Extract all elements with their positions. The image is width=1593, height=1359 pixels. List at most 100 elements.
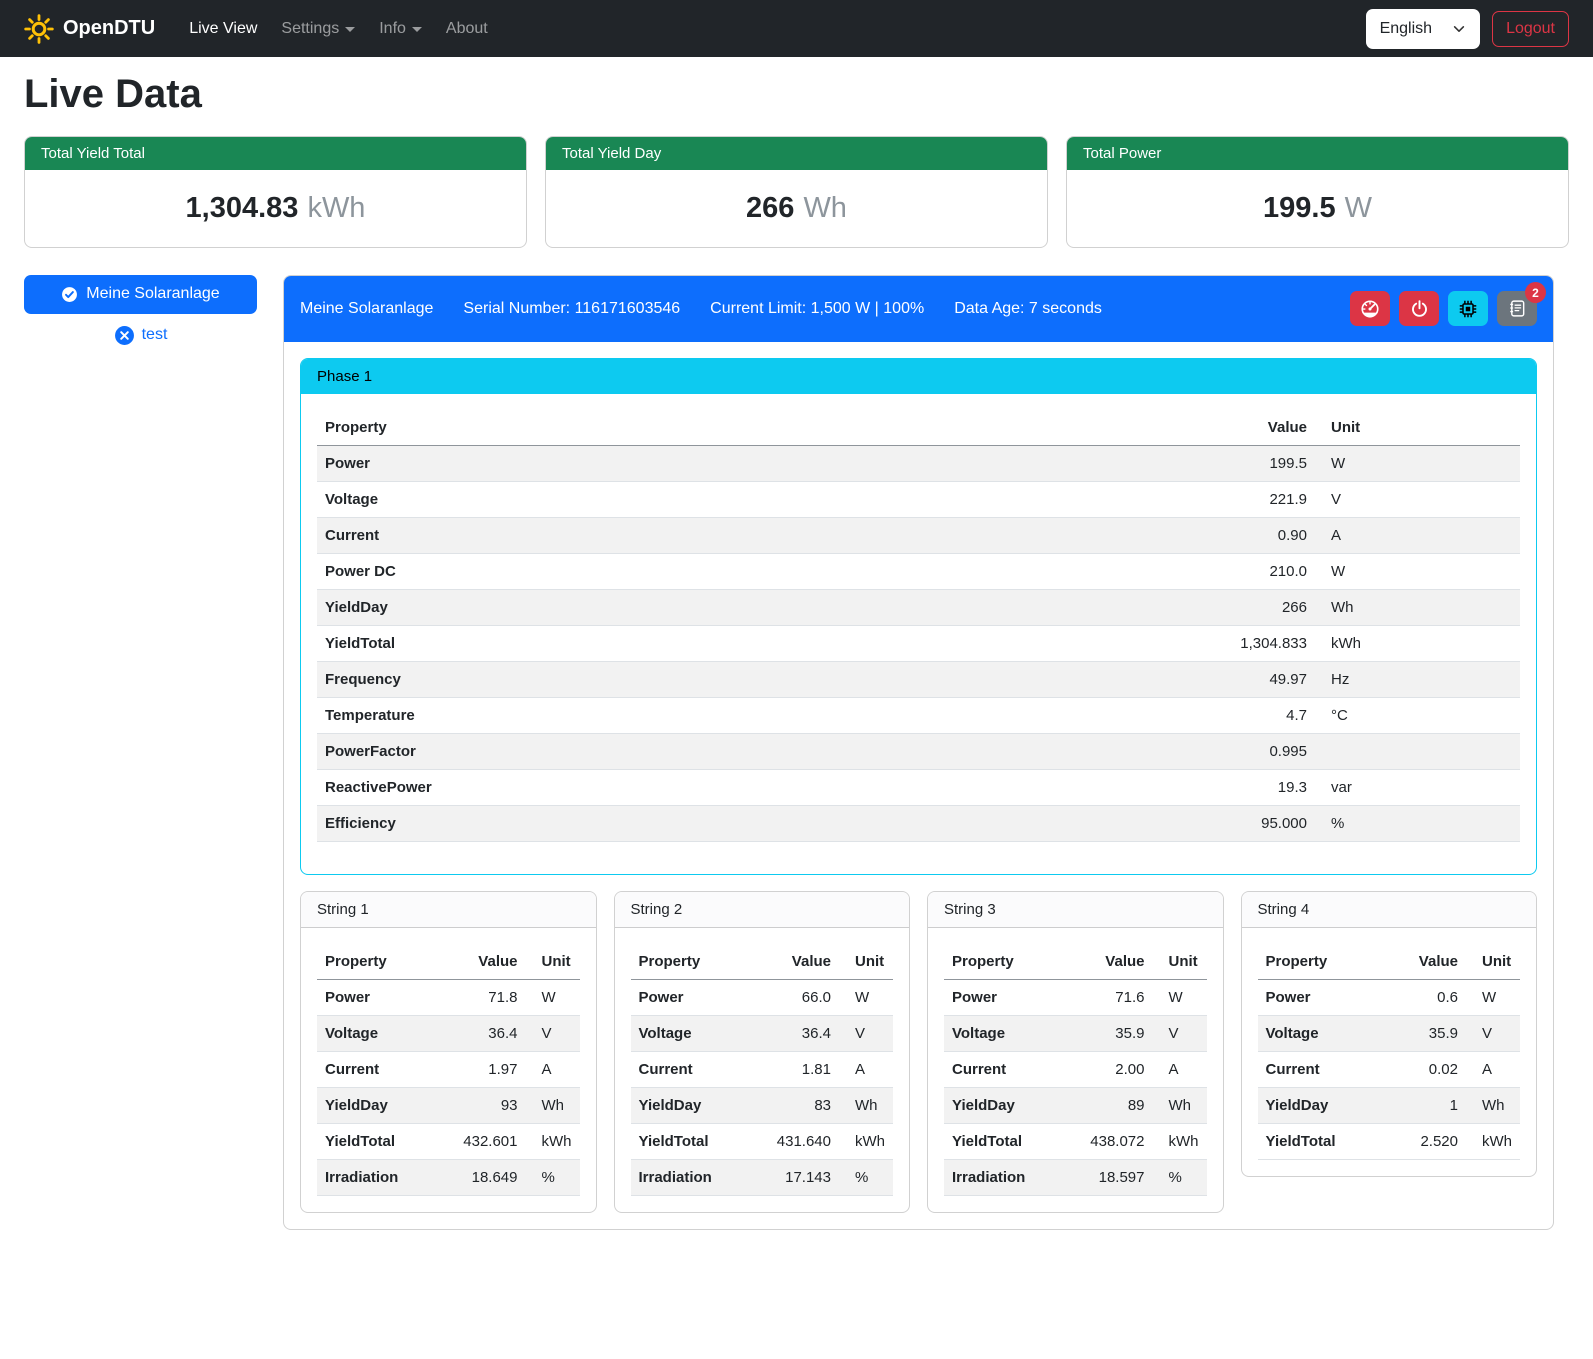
- table-cell: V: [1153, 1015, 1207, 1051]
- table-cell: YieldDay: [944, 1087, 1075, 1123]
- card-unit: W: [1345, 192, 1372, 224]
- logout-button[interactable]: Logout: [1492, 11, 1569, 47]
- nav-item-label: Live View: [189, 20, 257, 38]
- limit-settings-button[interactable]: [1350, 291, 1390, 326]
- card-value-row: 199.5 W: [1067, 170, 1568, 247]
- table-cell: Irradiation: [631, 1159, 762, 1195]
- navbar: OpenDTU Live View SettingsInfoAbout Engli…: [0, 0, 1593, 57]
- table-cell: 35.9: [1388, 1015, 1466, 1051]
- column-header: Property: [1258, 944, 1389, 980]
- card-value: 1,304.83: [186, 192, 299, 224]
- table-row: Power DC210.0W: [317, 553, 1520, 589]
- inverter-name: Meine Solaranlage: [300, 300, 433, 318]
- table-row: Power0.6W: [1258, 979, 1521, 1015]
- nav-links: Live View SettingsInfoAbout: [177, 12, 500, 46]
- string-table: PropertyValueUnit Power71.8WVoltage36.4V…: [317, 944, 580, 1196]
- card-title: Total Yield Day: [546, 137, 1047, 170]
- nav-item-live-view[interactable]: Live View: [177, 12, 269, 46]
- card-value-row: 266Wh: [546, 170, 1047, 247]
- column-header: Unit: [839, 944, 893, 980]
- table-cell: W: [1466, 979, 1520, 1015]
- string-body: PropertyValueUnit Power0.6WVoltage35.9VC…: [1242, 928, 1537, 1160]
- table-cell: Hz: [1315, 661, 1520, 697]
- table-cell: 18.597: [1075, 1159, 1153, 1195]
- table-cell: 1.97: [448, 1051, 526, 1087]
- table-cell: kWh: [526, 1123, 580, 1159]
- table-cell: Wh: [526, 1087, 580, 1123]
- string-body: PropertyValueUnit Power71.6WVoltage35.9V…: [928, 928, 1223, 1196]
- table-cell: [1315, 733, 1520, 769]
- table-cell: Power: [317, 979, 448, 1015]
- table-cell: ReactivePower: [317, 769, 1195, 805]
- table-cell: kWh: [1466, 1123, 1520, 1159]
- device-info-button[interactable]: [1448, 291, 1488, 326]
- table-cell: 4.7: [1195, 697, 1315, 733]
- inverter-serial: Serial Number: 116171603546: [463, 300, 680, 318]
- table-cell: 95.000: [1195, 805, 1315, 841]
- table-cell: 66.0: [761, 979, 839, 1015]
- table-cell: YieldTotal: [944, 1123, 1075, 1159]
- string-title: String 2: [615, 892, 910, 928]
- card-value-row: 1,304.83kWh: [25, 170, 526, 247]
- power-icon: [1410, 299, 1429, 318]
- brand[interactable]: OpenDTU: [24, 14, 155, 44]
- phase-body: PropertyValueUnit Power199.5WVoltage221.…: [301, 394, 1536, 874]
- table-cell: W: [839, 979, 893, 1015]
- table-cell: 266: [1195, 589, 1315, 625]
- table-cell: A: [1153, 1051, 1207, 1087]
- table-row: Irradiation18.597%: [944, 1159, 1207, 1195]
- inverter-card: Meine Solaranlage Serial Number: 1161716…: [283, 275, 1554, 1230]
- table-cell: %: [1315, 805, 1520, 841]
- chevron-down-icon: [345, 27, 355, 32]
- column-header: Property: [944, 944, 1075, 980]
- table-cell: Temperature: [317, 697, 1195, 733]
- table-cell: Voltage: [631, 1015, 762, 1051]
- nav-item-info[interactable]: Info: [367, 12, 434, 46]
- nav-item-about[interactable]: About: [434, 12, 500, 46]
- column-header: Unit: [526, 944, 580, 980]
- table-cell: Current: [317, 517, 1195, 553]
- power-button[interactable]: [1399, 291, 1439, 326]
- chevron-down-icon: [1452, 22, 1466, 36]
- table-cell: Current: [317, 1051, 448, 1087]
- table-cell: Voltage: [1258, 1015, 1389, 1051]
- column-header: Property: [631, 944, 762, 980]
- table-row: Current0.02A: [1258, 1051, 1521, 1087]
- nav-item-settings[interactable]: Settings: [269, 12, 367, 46]
- inverter-limit: Current Limit: 1,500 W | 100%: [710, 300, 924, 318]
- table-cell: YieldDay: [317, 589, 1195, 625]
- phase-panel: Phase 1 PropertyValueUnit Power199.5WVol…: [300, 358, 1537, 875]
- string-card: String 2 PropertyValueUnit Power66.0WVol…: [614, 891, 911, 1213]
- table-row: Efficiency95.000%: [317, 805, 1520, 841]
- card-value: 199.5: [1263, 192, 1336, 224]
- table-row: Power71.8W: [317, 979, 580, 1015]
- table-cell: var: [1315, 769, 1520, 805]
- event-log-button[interactable]: 2: [1497, 291, 1537, 326]
- speedometer-icon: [1360, 299, 1380, 319]
- table-cell: W: [526, 979, 580, 1015]
- table-cell: 71.8: [448, 979, 526, 1015]
- table-cell: Power: [1258, 979, 1389, 1015]
- inverter-data-age: Data Age: 7 seconds: [954, 300, 1102, 318]
- table-cell: 210.0: [1195, 553, 1315, 589]
- table-cell: Current: [944, 1051, 1075, 1087]
- table-header-row: PropertyValueUnit: [1258, 944, 1521, 980]
- table-row: Frequency49.97Hz: [317, 661, 1520, 697]
- summary-row: Total Yield Total 1,304.83kWh Total Yiel…: [24, 136, 1569, 248]
- table-cell: 35.9: [1075, 1015, 1153, 1051]
- table-row: Voltage35.9V: [1258, 1015, 1521, 1051]
- inverter-item-test[interactable]: test: [24, 325, 257, 346]
- table-cell: 1: [1388, 1087, 1466, 1123]
- table-cell: kWh: [1315, 625, 1520, 661]
- column-header: Unit: [1466, 944, 1520, 980]
- total-power-card: Total Power 199.5W: [1066, 136, 1569, 248]
- table-row: YieldTotal1,304.833kWh: [317, 625, 1520, 661]
- inverter-select-button[interactable]: Meine Solaranlage: [24, 275, 257, 314]
- table-cell: Power: [631, 979, 762, 1015]
- table-cell: A: [1315, 517, 1520, 553]
- language-select[interactable]: English: [1366, 9, 1480, 49]
- inverter-select-label: Meine Solaranlage: [86, 285, 219, 303]
- table-header-row: PropertyValueUnit: [317, 410, 1520, 446]
- table-cell: YieldDay: [1258, 1087, 1389, 1123]
- string-card: String 1 PropertyValueUnit Power71.8WVol…: [300, 891, 597, 1213]
